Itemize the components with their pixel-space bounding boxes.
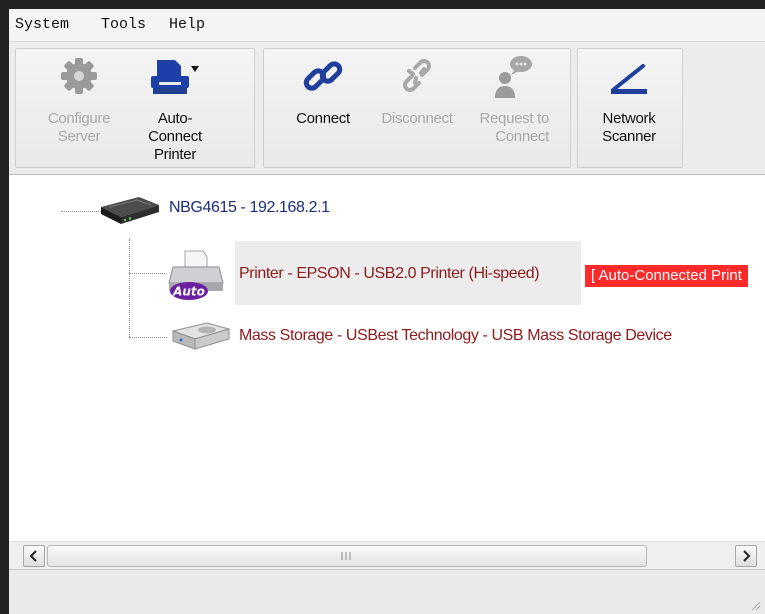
horizontal-scrollbar[interactable] xyxy=(9,541,765,568)
status-badge: [ Auto-Connected Print xyxy=(585,265,748,287)
disconnect-label: Disconnect xyxy=(381,110,453,127)
device-tree[interactable]: NBG4615 - 192.168.2.1 Auto Printer - EPS… xyxy=(9,175,765,541)
chevron-right-icon xyxy=(743,550,751,562)
tree-line xyxy=(129,273,165,274)
scroll-left-button[interactable] xyxy=(23,545,45,567)
chain-link-icon xyxy=(303,61,343,91)
scanner-icon xyxy=(611,64,647,94)
configure-server-label: Configure Server xyxy=(47,110,111,145)
network-scanner-label: Network Scanner xyxy=(602,110,656,145)
router-icon xyxy=(101,197,159,224)
auto-connect-printer-button[interactable]: Auto-Connect Printer xyxy=(133,48,217,163)
menu-tools[interactable]: Tools xyxy=(101,16,146,33)
user-chat-icon xyxy=(495,56,532,98)
chevron-left-icon xyxy=(29,550,37,562)
mass-storage-label: Mass Storage - USBest Technology - USB M… xyxy=(239,327,672,344)
auto-overlay-text: Auto xyxy=(172,285,205,299)
printer-dropdown-icon xyxy=(151,60,199,94)
resize-grip-icon[interactable] xyxy=(749,599,761,611)
grip-icon xyxy=(341,552,351,560)
auto-printer-icon: Auto xyxy=(168,250,224,300)
printer-label: Printer - EPSON - USB2.0 Printer (Hi-spe… xyxy=(239,265,540,282)
tree-line xyxy=(129,337,167,338)
auto-connect-printer-label: Auto-Connect Printer xyxy=(148,110,202,163)
scroll-right-button[interactable] xyxy=(735,545,757,567)
mass-storage-icon xyxy=(171,322,231,350)
router-label: NBG4615 - 192.168.2.1 xyxy=(169,199,330,216)
request-to-connect-label: Request to Connect xyxy=(479,110,549,145)
tree-line xyxy=(129,239,130,337)
configure-server-button[interactable]: Configure Server xyxy=(37,48,121,160)
application-window: System Tools Help Configure Server Auto-… xyxy=(9,9,765,614)
menu-bar: System Tools Help xyxy=(9,9,765,42)
connect-button[interactable]: Connect xyxy=(281,48,365,160)
toolbar: Configure Server Auto-Connect Printer Co… xyxy=(9,42,765,175)
menu-system[interactable]: System xyxy=(15,16,69,33)
network-scanner-button[interactable]: Network Scanner xyxy=(587,48,671,160)
broken-link-icon xyxy=(403,59,431,92)
disconnect-button[interactable]: Disconnect xyxy=(375,48,459,160)
menu-help[interactable]: Help xyxy=(169,16,205,33)
gear-icon xyxy=(61,58,97,94)
status-bar xyxy=(9,569,765,614)
request-to-connect-button[interactable]: Request to Connect xyxy=(471,48,555,160)
connect-label: Connect xyxy=(296,110,350,127)
scroll-thumb[interactable] xyxy=(47,545,647,567)
